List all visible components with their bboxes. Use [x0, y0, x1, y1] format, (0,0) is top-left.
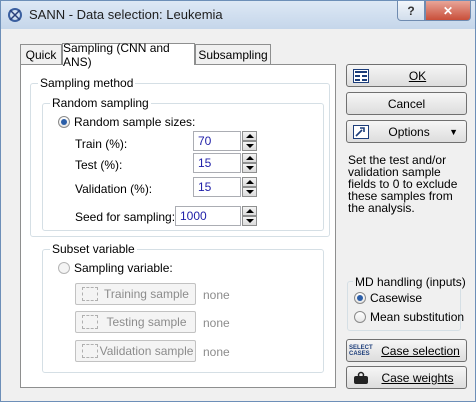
testing-sample-label: Testing sample: [106, 315, 187, 329]
subset-variable-label: Subset variable: [50, 242, 137, 256]
train-up-icon[interactable]: [242, 131, 257, 141]
test-label: Test (%):: [75, 158, 123, 172]
sampling-variable-label: Sampling variable:: [74, 261, 173, 275]
variable-icon: [82, 315, 98, 329]
variable-icon: [82, 287, 98, 301]
validation-label: Validation (%):: [75, 182, 153, 196]
cancel-button[interactable]: Cancel: [346, 92, 467, 115]
testing-sample-button[interactable]: Testing sample: [75, 311, 196, 333]
mean-substitution-radio[interactable]: [354, 311, 366, 323]
training-sample-label: Training sample: [104, 287, 189, 301]
seed-up-icon[interactable]: [242, 206, 257, 216]
random-sample-sizes-radio[interactable]: [58, 116, 70, 128]
help-note: Set the test and/or validation sample fi…: [348, 153, 458, 215]
validation-spinner[interactable]: [242, 177, 257, 197]
mean-substitution-label: Mean substitution: [370, 310, 465, 324]
case-weights-icon: [354, 371, 368, 384]
dropdown-arrow-icon: ▼: [449, 126, 458, 137]
casewise-label: Casewise: [370, 291, 423, 305]
seed-down-icon[interactable]: [242, 216, 257, 226]
casewise-radio[interactable]: [354, 292, 366, 304]
training-sample-status: none: [203, 288, 230, 302]
seed-label: Seed for sampling:: [75, 210, 176, 224]
window-title: SANN - Data selection: Leukemia: [29, 7, 223, 22]
options-icon: [353, 124, 369, 139]
seed-spinner[interactable]: [242, 206, 257, 226]
close-button[interactable]: ✕: [425, 1, 471, 21]
select-cases-icon: SELECT CASES: [349, 344, 373, 357]
test-input[interactable]: 15: [193, 153, 241, 173]
train-label: Train (%):: [75, 137, 128, 151]
validation-input[interactable]: 15: [193, 177, 241, 197]
ok-button[interactable]: OK: [346, 64, 467, 87]
train-down-icon[interactable]: [242, 141, 257, 151]
ok-label: OK: [408, 68, 427, 83]
train-spinner[interactable]: [242, 131, 257, 151]
cancel-label: Cancel: [387, 96, 426, 111]
tab-quick[interactable]: Quick: [20, 44, 62, 65]
seed-input[interactable]: 1000: [175, 206, 241, 226]
random-sampling-label: Random sampling: [50, 96, 151, 110]
md-handling-label: MD handling (inputs): [353, 275, 468, 289]
validation-down-icon[interactable]: [242, 187, 257, 197]
case-selection-label: Case selection: [381, 343, 460, 358]
ok-icon: [353, 68, 369, 83]
test-spinner[interactable]: [242, 153, 257, 173]
tab-sampling[interactable]: Sampling (CNN and ANS): [62, 41, 195, 69]
sampling-variable-radio[interactable]: [58, 262, 70, 274]
tab-subsampling[interactable]: Subsampling: [195, 44, 271, 65]
test-down-icon[interactable]: [242, 163, 257, 173]
random-sample-sizes-label: Random sample sizes:: [74, 115, 196, 129]
help-button[interactable]: ?: [397, 1, 425, 21]
options-button[interactable]: Options ▼: [346, 120, 467, 143]
case-selection-button[interactable]: SELECT CASES Case selection: [346, 339, 467, 362]
validation-up-icon[interactable]: [242, 177, 257, 187]
training-sample-button[interactable]: Training sample: [75, 283, 196, 305]
test-up-icon[interactable]: [242, 153, 257, 163]
app-icon: [8, 8, 22, 22]
case-weights-button[interactable]: Case weights: [346, 366, 467, 389]
validation-sample-button[interactable]: Validation sample: [75, 340, 196, 362]
title-bar: SANN - Data selection: Leukemia ? ✕: [1, 1, 475, 29]
sampling-method-label: Sampling method: [38, 76, 136, 90]
case-weights-label: Case weights: [381, 370, 454, 385]
train-input[interactable]: 70: [193, 131, 241, 151]
testing-sample-status: none: [203, 316, 230, 330]
variable-icon: [82, 344, 98, 358]
options-label: Options: [388, 124, 430, 139]
validation-sample-label: Validation sample: [99, 344, 194, 358]
validation-sample-status: none: [203, 345, 230, 359]
